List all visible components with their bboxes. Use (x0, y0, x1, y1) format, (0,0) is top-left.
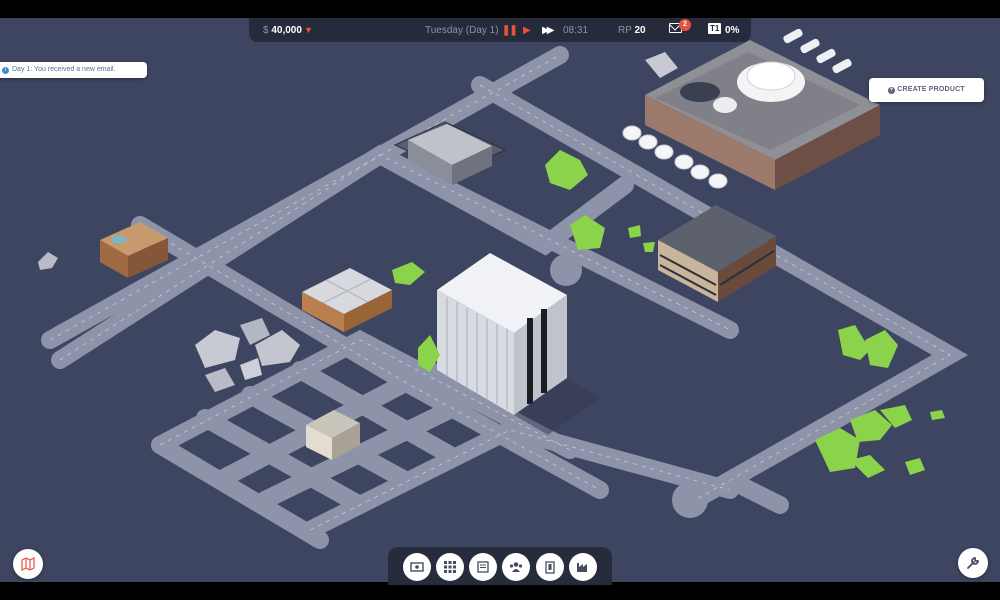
tier-percent: 0% (725, 24, 740, 36)
create-product-label: CREATE PRODUCT (897, 86, 965, 93)
create-product-button[interactable]: + CREATE PRODUCT (869, 78, 984, 102)
notification-text: Day 1: You received a new email. (12, 66, 116, 73)
wrench-icon (967, 557, 979, 569)
map-button[interactable] (13, 549, 43, 579)
products-button[interactable] (469, 553, 497, 581)
map-icon (21, 557, 35, 571)
employees-icon (509, 562, 523, 572)
settings-button[interactable] (958, 548, 988, 578)
money-display: $ 40,000 ▼ (263, 24, 313, 36)
grid-button[interactable] (436, 553, 464, 581)
money-value: 40,000 (271, 24, 302, 36)
day-label: Tuesday (Day 1) (425, 24, 499, 36)
building-button[interactable] (536, 553, 564, 581)
finance-button[interactable] (403, 553, 431, 581)
plus-icon: + (888, 87, 896, 94)
finance-icon (410, 562, 424, 572)
factory-complex[interactable] (622, 28, 880, 190)
play-icon[interactable]: ▶ (523, 25, 531, 36)
corporate-office[interactable] (658, 205, 776, 302)
chevron-down-icon: ▼ (303, 24, 313, 35)
email-notification[interactable]: i Day 1: You received a new email. (0, 62, 147, 78)
building-icon (545, 560, 555, 574)
top-hud-bar: $ 40,000 ▼ Tuesday (Day 1) ❚❚ ▶ ▶▶ 08:31 … (249, 18, 751, 42)
tier-badge: T1 (708, 23, 722, 34)
grid-icon (444, 561, 456, 573)
factory-button[interactable] (569, 553, 597, 581)
pause-icon[interactable]: ❚❚ (502, 25, 518, 36)
game-clock: 08:31 (563, 24, 589, 36)
city-map[interactable]: .road { stroke:#8d93a8; stroke-width:18;… (0, 0, 1000, 600)
mail-badge: 2 (679, 19, 691, 31)
info-icon: i (2, 67, 9, 74)
employees-button[interactable] (502, 553, 530, 581)
rocks-small (38, 252, 58, 270)
research-points: RP 20 (618, 24, 646, 36)
fast-forward-icon[interactable]: ▶▶ (542, 25, 555, 36)
products-icon (477, 561, 489, 573)
factory-icon (577, 563, 587, 572)
